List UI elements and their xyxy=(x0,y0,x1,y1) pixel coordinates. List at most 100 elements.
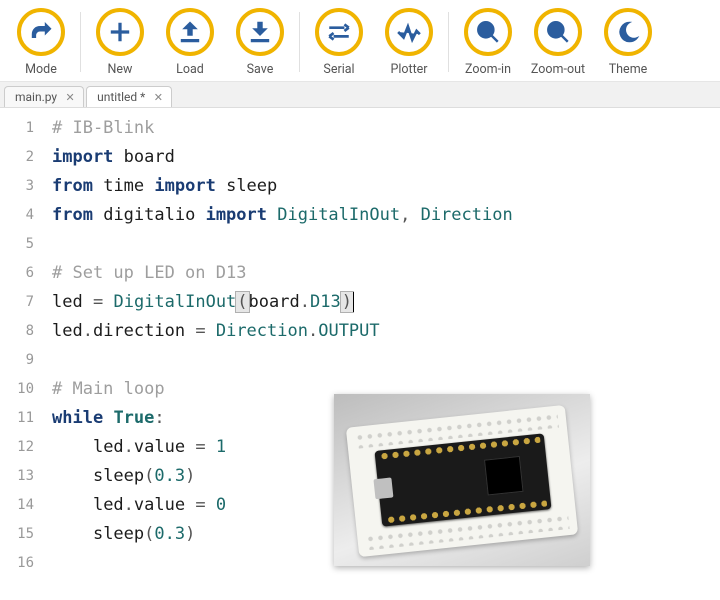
line-number: 1 xyxy=(0,114,34,143)
theme-icon xyxy=(604,8,652,56)
code-token: DigitalInOut xyxy=(277,205,400,225)
line-number: 16 xyxy=(0,549,34,578)
new-button[interactable]: New xyxy=(85,8,155,77)
code-token: ) xyxy=(185,466,195,486)
toolbar-separator xyxy=(80,12,81,72)
code-token: ( xyxy=(235,291,249,313)
code-token: , xyxy=(400,205,410,225)
code-token: direction xyxy=(93,321,185,341)
code-token: # Set up LED on D13 xyxy=(52,263,246,283)
line-number: 2 xyxy=(0,143,34,172)
code-token: ) xyxy=(340,291,354,313)
mode-button[interactable]: Mode xyxy=(6,8,76,77)
code-line[interactable] xyxy=(52,230,720,259)
line-number-gutter: 12345678910111213141516 xyxy=(0,108,44,584)
plotter-label: Plotter xyxy=(390,62,427,77)
code-token: import xyxy=(52,147,113,167)
tab-label: untitled * xyxy=(97,90,145,104)
code-token: : xyxy=(154,408,164,428)
code-editor[interactable]: 12345678910111213141516 # IB-Blinkimport… xyxy=(0,108,720,584)
code-token: True xyxy=(113,408,154,428)
theme-button[interactable]: Theme xyxy=(593,8,663,77)
code-token: from xyxy=(52,205,93,225)
code-token: sleep xyxy=(226,176,277,196)
tab-bar: main.py ✕ untitled * ✕ xyxy=(0,82,720,108)
zoom-in-label: Zoom-in xyxy=(465,62,511,77)
code-area[interactable]: # IB-Blinkimport boardfrom time import s… xyxy=(44,108,720,584)
tab-main-py[interactable]: main.py ✕ xyxy=(4,86,84,107)
save-icon xyxy=(236,8,284,56)
code-token: . xyxy=(124,437,134,457)
code-token: led xyxy=(93,495,124,515)
code-token: D13 xyxy=(310,292,341,312)
code-token: . xyxy=(308,321,318,341)
save-button[interactable]: Save xyxy=(225,8,295,77)
serial-label: Serial xyxy=(323,62,354,77)
code-token: 1 xyxy=(216,437,226,457)
tab-label: main.py xyxy=(15,90,57,104)
toolbar: Mode New Load Save Serial Plotter xyxy=(0,0,720,82)
close-icon[interactable]: ✕ xyxy=(151,90,165,104)
code-token: 0.3 xyxy=(154,524,185,544)
close-icon[interactable]: ✕ xyxy=(63,90,77,104)
code-line[interactable]: led.direction = Direction.OUTPUT xyxy=(52,317,720,346)
code-token: while xyxy=(52,408,103,428)
code-token: value xyxy=(134,437,185,457)
zoom-out-label: Zoom-out xyxy=(531,62,585,77)
mode-icon xyxy=(17,8,65,56)
line-number: 15 xyxy=(0,520,34,549)
code-line[interactable]: led = DigitalInOut(board.D13) xyxy=(52,288,720,317)
code-token: led xyxy=(52,292,83,312)
code-token: = xyxy=(195,321,205,341)
line-number: 6 xyxy=(0,259,34,288)
line-number: 10 xyxy=(0,375,34,404)
code-token: # IB-Blink xyxy=(52,118,154,138)
code-line[interactable]: from digitalio import DigitalInOut, Dire… xyxy=(52,201,720,230)
chip-graphic xyxy=(484,456,524,496)
code-token: from xyxy=(52,176,93,196)
line-number: 7 xyxy=(0,288,34,317)
zoom-out-icon xyxy=(534,8,582,56)
line-number: 5 xyxy=(0,230,34,259)
code-token: import xyxy=(154,176,215,196)
tab-untitled[interactable]: untitled * ✕ xyxy=(86,86,172,107)
zoom-in-button[interactable]: Zoom-in xyxy=(453,8,523,77)
code-line[interactable] xyxy=(52,346,720,375)
line-number: 9 xyxy=(0,346,34,375)
serial-button[interactable]: Serial xyxy=(304,8,374,77)
code-line[interactable]: from time import sleep xyxy=(52,172,720,201)
code-token: board xyxy=(124,147,175,167)
code-token: import xyxy=(206,205,267,225)
code-token: digitalio xyxy=(103,205,195,225)
line-number: 14 xyxy=(0,491,34,520)
code-token: . xyxy=(300,292,310,312)
mode-label: Mode xyxy=(25,62,57,77)
code-line[interactable]: import board xyxy=(52,143,720,172)
code-token: . xyxy=(124,495,134,515)
line-number: 8 xyxy=(0,317,34,346)
code-token: led xyxy=(93,437,124,457)
code-token: led xyxy=(52,321,83,341)
code-token: = xyxy=(195,437,205,457)
usb-port-graphic xyxy=(373,477,393,499)
plotter-button[interactable]: Plotter xyxy=(374,8,444,77)
code-token: time xyxy=(103,176,144,196)
code-token: ( xyxy=(144,466,154,486)
save-label: Save xyxy=(247,62,274,77)
load-button[interactable]: Load xyxy=(155,8,225,77)
text-cursor xyxy=(353,292,354,312)
line-number: 3 xyxy=(0,172,34,201)
code-token: ( xyxy=(144,524,154,544)
load-icon xyxy=(166,8,214,56)
code-line[interactable]: # IB-Blink xyxy=(52,114,720,143)
zoom-out-button[interactable]: Zoom-out xyxy=(523,8,593,77)
zoom-in-icon xyxy=(464,8,512,56)
plotter-icon xyxy=(385,8,433,56)
microcontroller-photo xyxy=(334,394,590,566)
code-line[interactable]: # Set up LED on D13 xyxy=(52,259,720,288)
code-token: sleep xyxy=(93,524,144,544)
code-token: Direction xyxy=(216,321,308,341)
code-token: # Main loop xyxy=(52,379,165,399)
code-token: OUTPUT xyxy=(318,321,379,341)
new-label: New xyxy=(108,62,133,77)
